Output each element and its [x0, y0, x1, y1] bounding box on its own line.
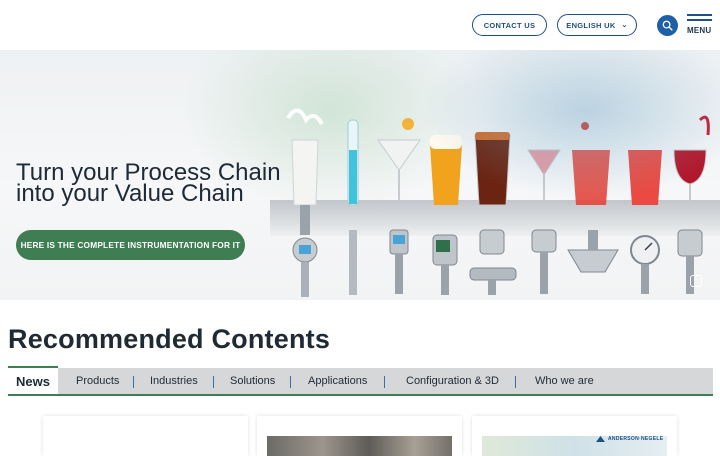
tab-separator — [384, 376, 385, 388]
site-header: CONTACT US ENGLISH UK ⌄ MENU — [0, 0, 720, 50]
wine-glass-icon — [673, 115, 710, 294]
tab-label: Configuration & 3D — [406, 375, 499, 387]
content-tabs: News Products Industries Solutions Appli… — [8, 366, 713, 396]
card-brand-logo: ANDERSON·NEGELE — [596, 436, 663, 442]
menu-button[interactable]: MENU — [687, 14, 713, 36]
search-icon — [662, 20, 673, 31]
tab-label: Products — [76, 375, 120, 387]
tab-solutions[interactable]: Solutions — [230, 368, 275, 394]
hamburger-icon-bar — [687, 19, 712, 21]
gauge-glass-icon — [628, 150, 662, 294]
hamburger-icon — [687, 14, 712, 16]
tab-label: Solutions — [230, 375, 276, 387]
cola-glass-icon — [469, 132, 517, 295]
contact-us-button[interactable]: CONTACT US — [472, 14, 547, 36]
hero-title: Turn your Process Chain into your Value … — [16, 161, 306, 207]
tab-who-we-are[interactable]: Who we are — [535, 368, 594, 394]
martini-glass-icon — [377, 118, 421, 294]
language-selector[interactable]: ENGLISH UK ⌄ — [557, 14, 637, 36]
tab-separator — [133, 376, 134, 388]
language-label: ENGLISH UK — [566, 20, 616, 30]
tab-configuration-3d[interactable]: Configuration & 3D — [406, 368, 499, 394]
tab-label: Applications — [308, 375, 368, 387]
content-card[interactable] — [43, 416, 248, 456]
menu-label: MENU — [687, 26, 712, 35]
brand-mark-icon — [596, 436, 605, 442]
search-button[interactable] — [657, 15, 678, 36]
tab-separator — [290, 376, 291, 388]
chevron-down-icon: ⌄ — [621, 22, 628, 29]
tab-news[interactable]: News — [8, 366, 58, 394]
content-card[interactable]: ANDERSON·NEGELE — [472, 416, 677, 456]
card-image — [267, 436, 452, 456]
tab-applications[interactable]: Applications — [308, 368, 367, 394]
red-drink-glass-icon — [567, 122, 619, 273]
tab-separator — [515, 376, 516, 388]
card-brand-text: ANDERSON·NEGELE — [608, 436, 664, 442]
hero-banner: Turn your Process Chain into your Value … — [0, 50, 720, 300]
hero-title-line2: into your Value Chain — [16, 180, 244, 207]
recommended-title: Recommended Contents — [8, 324, 331, 354]
test-tube-icon — [347, 119, 359, 295]
tab-industries[interactable]: Industries — [150, 368, 198, 394]
tab-label: News — [16, 373, 50, 389]
beer-glass-icon — [430, 135, 462, 295]
slider-pause-icon[interactable] — [690, 275, 702, 287]
tab-label: Industries — [150, 375, 198, 387]
pink-drink-glass-icon — [527, 149, 561, 294]
contact-us-label: CONTACT US — [483, 20, 536, 30]
hero-cta-button[interactable]: HERE IS THE COMPLETE INSTRUMENTATION FOR… — [16, 230, 245, 260]
hero-cta-label: HERE IS THE COMPLETE INSTRUMENTATION FOR… — [20, 240, 241, 250]
tab-label: Who we are — [535, 375, 594, 387]
tab-products[interactable]: Products — [76, 368, 119, 394]
hero-instruments-illustration — [286, 108, 710, 297]
content-card[interactable] — [257, 416, 462, 456]
tab-separator — [213, 376, 214, 388]
